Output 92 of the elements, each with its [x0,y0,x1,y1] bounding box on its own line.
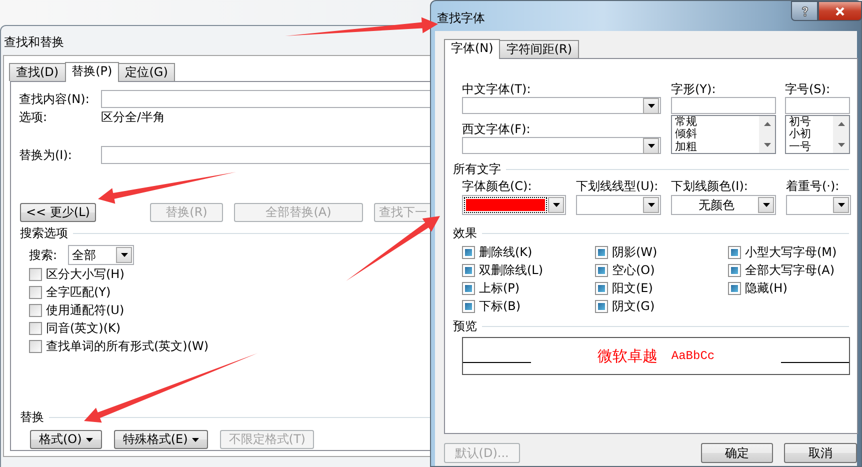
tab[interactable]: 字符间距(R) [499,40,580,58]
caret-icon [648,104,654,108]
checkbox[interactable] [29,268,42,280]
checkbox-label: 阴影(W) [612,244,658,260]
caret-icon [120,253,128,257]
window-title: 查找和替换 [4,34,64,50]
checkbox[interactable] [595,264,608,276]
help-button[interactable] [791,1,818,21]
checkbox[interactable] [462,246,475,258]
scroll-down-icon[interactable] [764,143,770,147]
checkbox[interactable] [595,300,608,312]
section-title: 效果 [453,224,477,242]
checkbox-label: 上标(P) [479,280,520,296]
checkbox[interactable] [29,286,42,298]
button[interactable]: 确定 [700,443,774,463]
tab[interactable]: 字体(N) [444,39,500,59]
input-field[interactable] [785,97,850,114]
field-label: 查找内容(N): [19,90,90,108]
checkbox-label: 使用通配符(U) [46,302,124,318]
section-title: 搜索选项 [20,224,68,242]
checkbox[interactable] [728,282,741,294]
checkbox-label: 全字匹配(Y) [46,284,111,300]
dropdown[interactable] [462,195,566,215]
checkbox-label: 阳文(E) [612,280,653,296]
button[interactable]: 取消 [784,443,857,463]
checkbox-label: 区分大小写(H) [46,266,124,282]
checkbox-label: 阴文(G) [612,298,655,314]
section-title: 预览 [453,318,477,334]
list-item[interactable]: 加粗 [675,140,759,153]
button[interactable]: 格式(O) [30,430,102,449]
field-label: 搜索: [29,246,58,264]
field-label: 字号(S): [785,81,832,97]
window-title: 查找字体 [436,10,486,27]
checkbox-label: 双删除线(L) [479,262,544,278]
options-label: 选项: [19,108,48,126]
field-label: 西文字体(F): [462,121,532,137]
checkbox[interactable] [595,282,608,294]
checkbox[interactable] [595,246,608,258]
checkbox[interactable] [29,340,42,352]
field-label: 下划线线型(U): [576,178,660,194]
scroll-up-icon[interactable] [764,122,770,126]
field-label: 字体颜色(C): [462,178,533,194]
question-mark-icon [800,6,810,16]
field-label: 着重号(·): [786,178,840,194]
dropdown[interactable]: 无颜色 [671,195,776,215]
caret-icon [838,203,844,207]
checkbox-label: 查找单词的所有形式(英文)(W) [46,338,209,354]
field-label: 下划线颜色(I): [671,178,749,194]
checkbox-label: 隐藏(H) [745,280,788,296]
field-label: 字形(Y): [671,81,717,97]
checkbox[interactable] [728,264,741,276]
scrollbar[interactable] [759,116,775,153]
caret-icon [552,203,560,207]
checkbox[interactable] [728,246,741,258]
checkbox[interactable] [462,264,475,276]
checkbox[interactable] [29,322,42,334]
close-icon [835,6,845,16]
field-label: 中文字体(T): [462,81,532,97]
preview-text: AaBbCc [671,349,715,363]
checkbox-label: 小型大写字母(M) [745,244,837,260]
checkbox-label: 全部大写字母(A) [745,262,835,278]
list-item[interactable]: 初号 [789,116,833,128]
list-item[interactable]: 常规 [675,116,759,128]
caret-icon [648,203,654,207]
checkbox-label: 下标(B) [479,298,521,314]
options-value: 区分全/半角 [101,108,166,126]
scrollbar[interactable] [833,116,849,153]
scroll-up-icon[interactable] [838,122,844,126]
list-item[interactable]: 一号 [789,140,833,153]
checkbox-label: 删除线(K) [479,244,532,260]
caret-icon [648,144,654,148]
tab[interactable]: 定位(G) [118,63,175,81]
checkbox[interactable] [462,300,475,312]
tab[interactable]: 替换(P) [64,62,120,82]
checkbox[interactable] [29,304,42,316]
section-title: 替换 [20,408,44,426]
button[interactable]: 特殊格式(E) [114,430,208,449]
checkbox-label: 空心(O) [612,262,655,278]
section-title: 所有文字 [453,160,501,178]
input-field[interactable] [671,97,776,114]
list-item[interactable]: 小初 [789,128,833,141]
caret-icon [762,203,770,207]
field-label: 替换为(I): [19,146,73,164]
close-button[interactable] [818,1,862,21]
dropdown[interactable]: 全部 [68,245,134,265]
list-item[interactable]: 倾斜 [675,128,759,141]
scroll-down-icon[interactable] [838,143,844,147]
checkbox-label: 同音(英文)(K) [46,320,121,336]
checkbox[interactable] [462,282,475,294]
tab[interactable]: 查找(D) [9,63,66,81]
preview-text: 微软卓越 [597,346,658,366]
button[interactable]: << 更少(L) [20,203,96,222]
